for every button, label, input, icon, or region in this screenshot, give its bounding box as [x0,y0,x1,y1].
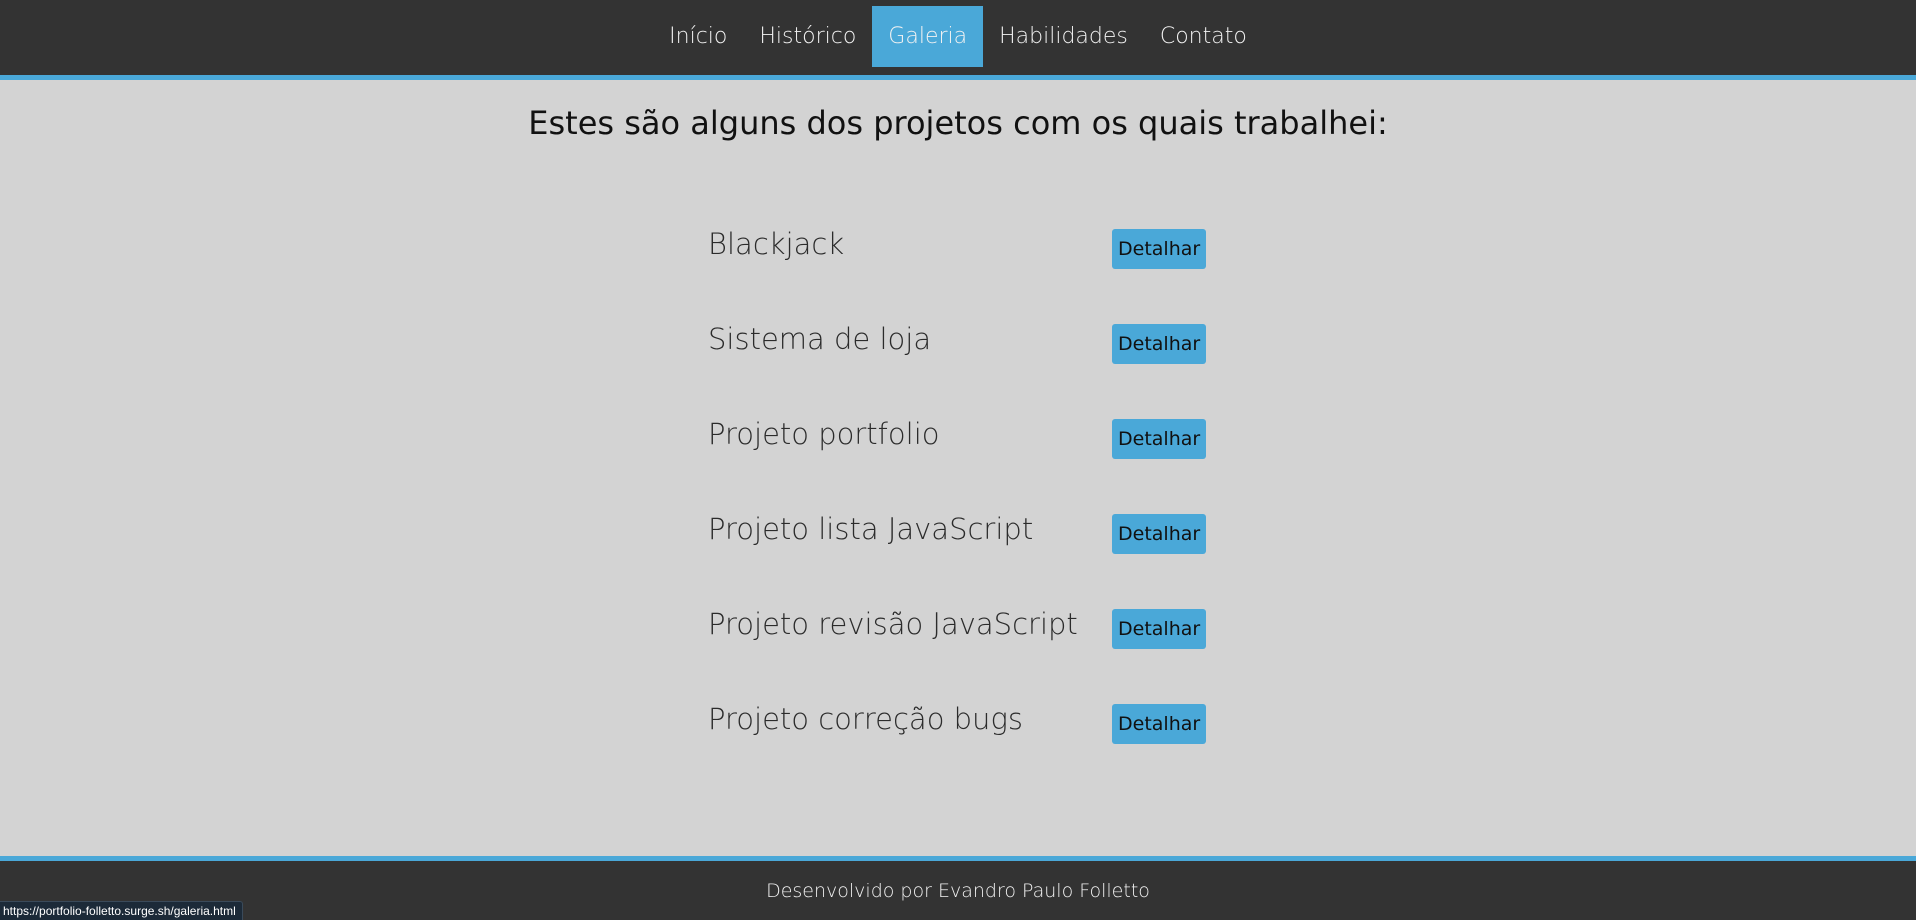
detail-button-sistema-de-loja[interactable]: Detalhar [1112,324,1207,364]
detail-button-projeto-correcao-bugs[interactable]: Detalhar [1112,704,1207,744]
page-footer: Desenvolvido por Evandro Paulo Folletto [0,856,1916,920]
project-row-projeto-revisao-javascript: Projeto revisão JavaScript Detalhar [708,601,1228,696]
nav-item-contato[interactable]: Contato [1144,6,1263,67]
project-name: Projeto revisão JavaScript [708,607,1078,641]
page-title: Estes são alguns dos projetos com os qua… [528,104,1388,142]
detail-button-projeto-revisao-javascript[interactable]: Detalhar [1112,609,1207,649]
project-row-projeto-lista-javascript: Projeto lista JavaScript Detalhar [708,506,1228,601]
status-bar-link-preview: https://portfolio-folletto.surge.sh/gale… [0,901,243,920]
project-row-projeto-correcao-bugs: Projeto correção bugs Detalhar [708,696,1228,791]
project-row-blackjack: Blackjack Detalhar [708,221,1228,316]
project-row-sistema-de-loja: Sistema de loja Detalhar [708,316,1228,411]
footer-credit-text: Desenvolvido por Evandro Paulo Folletto [766,879,1150,902]
project-name: Sistema de loja [708,322,932,356]
nav-item-galeria[interactable]: Galeria [872,6,984,67]
nav-item-historico[interactable]: Histórico [743,6,872,67]
project-name: Projeto correção bugs [708,702,1023,736]
nav-item-habilidades[interactable]: Habilidades [983,6,1144,67]
nav-menu: Início Histórico Galeria Habilidades Con… [0,6,1916,67]
project-list: Blackjack Detalhar Sistema de loja Detal… [708,221,1228,791]
top-navigation-bar: Início Histórico Galeria Habilidades Con… [0,0,1916,80]
detail-button-blackjack[interactable]: Detalhar [1112,229,1207,269]
project-row-projeto-portfolio: Projeto portfolio Detalhar [708,411,1228,506]
detail-button-projeto-lista-javascript[interactable]: Detalhar [1112,514,1207,554]
detail-button-projeto-portfolio[interactable]: Detalhar [1112,419,1207,459]
nav-item-inicio[interactable]: Início [653,6,743,67]
project-name: Projeto lista JavaScript [708,512,1034,546]
project-name: Blackjack [708,227,845,261]
project-name: Projeto portfolio [708,417,940,451]
